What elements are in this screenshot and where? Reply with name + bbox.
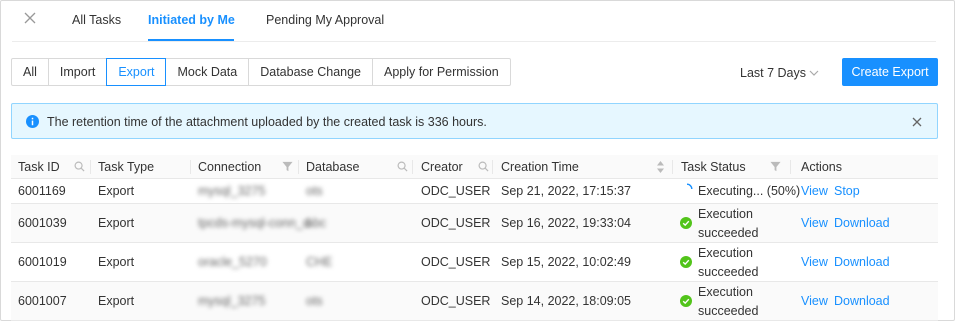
task-type: Export [98, 294, 135, 308]
column-creation-time: Creation Time [501, 160, 579, 174]
column-divider [790, 160, 791, 174]
column-divider [492, 160, 493, 174]
tab-pending-my-approval[interactable]: Pending My Approval [266, 13, 384, 27]
connection-name: tpcds-mysql-conn_d [198, 216, 310, 230]
filter-all[interactable]: All [11, 58, 49, 86]
task-tabs: All Tasks Initiated by Me Pending My App… [0, 0, 955, 42]
loading-icon [681, 183, 693, 198]
task-id: 6001019 [18, 255, 67, 269]
task-status: Execution succeeded [698, 285, 759, 318]
view-link[interactable]: View [801, 255, 828, 269]
database-name: CHE [306, 255, 333, 269]
download-link[interactable]: Download [834, 294, 890, 308]
filter-mock-data[interactable]: Mock Data [165, 58, 250, 86]
column-task-type: Task Type [98, 160, 155, 174]
success-icon [680, 295, 692, 310]
filter-icon[interactable] [282, 161, 293, 175]
connection-name: oracle_5270 [198, 255, 267, 269]
filter-icon[interactable] [770, 161, 781, 175]
column-connection: Connection [198, 160, 262, 174]
creation-time: Sep 15, 2022, 10:02:49 [501, 255, 631, 269]
filter-export[interactable]: Export [106, 58, 167, 86]
creator: ODC_USER [421, 255, 491, 269]
task-id: 6001169 [18, 184, 66, 198]
tab-initiated-by-me[interactable]: Initiated by Me [148, 13, 235, 27]
creation-time: Sep 21, 2022, 17:15:37 [501, 184, 631, 198]
table-row: 6001019 Export oracle_5270 CHE ODC_USER … [11, 243, 938, 282]
sort-icon[interactable] [656, 160, 665, 177]
search-icon[interactable] [397, 161, 408, 175]
column-database: Database [306, 160, 360, 174]
time-range-label: Last 7 Days [740, 66, 807, 80]
creator: ODC_USER [421, 294, 491, 308]
task-type-filter: All Import Export Mock Data Database Cha… [11, 58, 511, 86]
retention-alert: The retention time of the attachment upl… [11, 103, 938, 139]
success-icon [680, 217, 692, 232]
task-id: 6001007 [18, 294, 67, 308]
task-table: Task ID Task Type Connection Database Cr… [11, 155, 938, 321]
stop-link[interactable]: Stop [834, 184, 860, 198]
download-link[interactable]: Download [834, 216, 890, 230]
connection-name: mysql_3275 [198, 184, 266, 198]
task-status: Execution succeeded [698, 207, 759, 240]
column-task-status: Task Status [681, 160, 746, 174]
search-icon[interactable] [478, 161, 489, 175]
view-link[interactable]: View [801, 294, 828, 308]
task-type: Export [98, 184, 135, 198]
filter-import[interactable]: Import [47, 58, 108, 86]
creator: ODC_USER [421, 184, 491, 198]
tab-all-tasks[interactable]: All Tasks [72, 13, 121, 27]
column-divider [412, 160, 413, 174]
creation-time: Sep 14, 2022, 18:09:05 [501, 294, 631, 308]
task-status: Execution succeeded [698, 246, 759, 279]
table-row: 6001039 Export tpcds-mysql-conn_d abc OD… [11, 204, 938, 243]
creation-time: Sep 16, 2022, 19:33:04 [501, 216, 631, 230]
column-creator: Creator [421, 160, 463, 174]
create-export-button[interactable]: Create Export [842, 58, 938, 86]
download-link[interactable]: Download [834, 255, 890, 269]
column-divider [190, 160, 191, 174]
task-type: Export [98, 216, 135, 230]
connection-name: mysql_3275 [198, 294, 266, 308]
database-name: abc [306, 216, 327, 230]
chevron-down-icon [806, 66, 819, 80]
column-divider [90, 160, 91, 174]
table-row: 6001169 Export mysql_3275 ots ODC_USER S… [11, 179, 938, 204]
column-divider [672, 160, 673, 174]
view-link[interactable]: View [801, 216, 828, 230]
table-header: Task ID Task Type Connection Database Cr… [11, 155, 938, 179]
close-alert-icon[interactable] [912, 116, 922, 130]
column-divider [298, 160, 299, 174]
alert-message: The retention time of the attachment upl… [47, 115, 487, 129]
info-icon [26, 115, 39, 131]
database-name: ots [306, 184, 323, 198]
close-icon[interactable] [24, 12, 38, 26]
filter-database-change[interactable]: Database Change [248, 58, 374, 86]
creator: ODC_USER [421, 216, 491, 230]
task-id: 6001039 [18, 216, 67, 230]
task-status: Executing... (50%) [698, 184, 801, 198]
task-type: Export [98, 255, 135, 269]
database-name: ots [306, 294, 323, 308]
column-actions: Actions [801, 160, 842, 174]
table-row: 6001007 Export mysql_3275 ots ODC_USER S… [11, 282, 938, 321]
tabs-divider [12, 41, 936, 42]
column-task-id: Task ID [18, 160, 60, 174]
filter-apply-for-permission[interactable]: Apply for Permission [372, 58, 511, 86]
view-link[interactable]: View [801, 184, 828, 198]
search-icon[interactable] [74, 161, 85, 175]
success-icon [680, 256, 692, 271]
time-range-select[interactable]: Last 7 Days [740, 66, 819, 80]
